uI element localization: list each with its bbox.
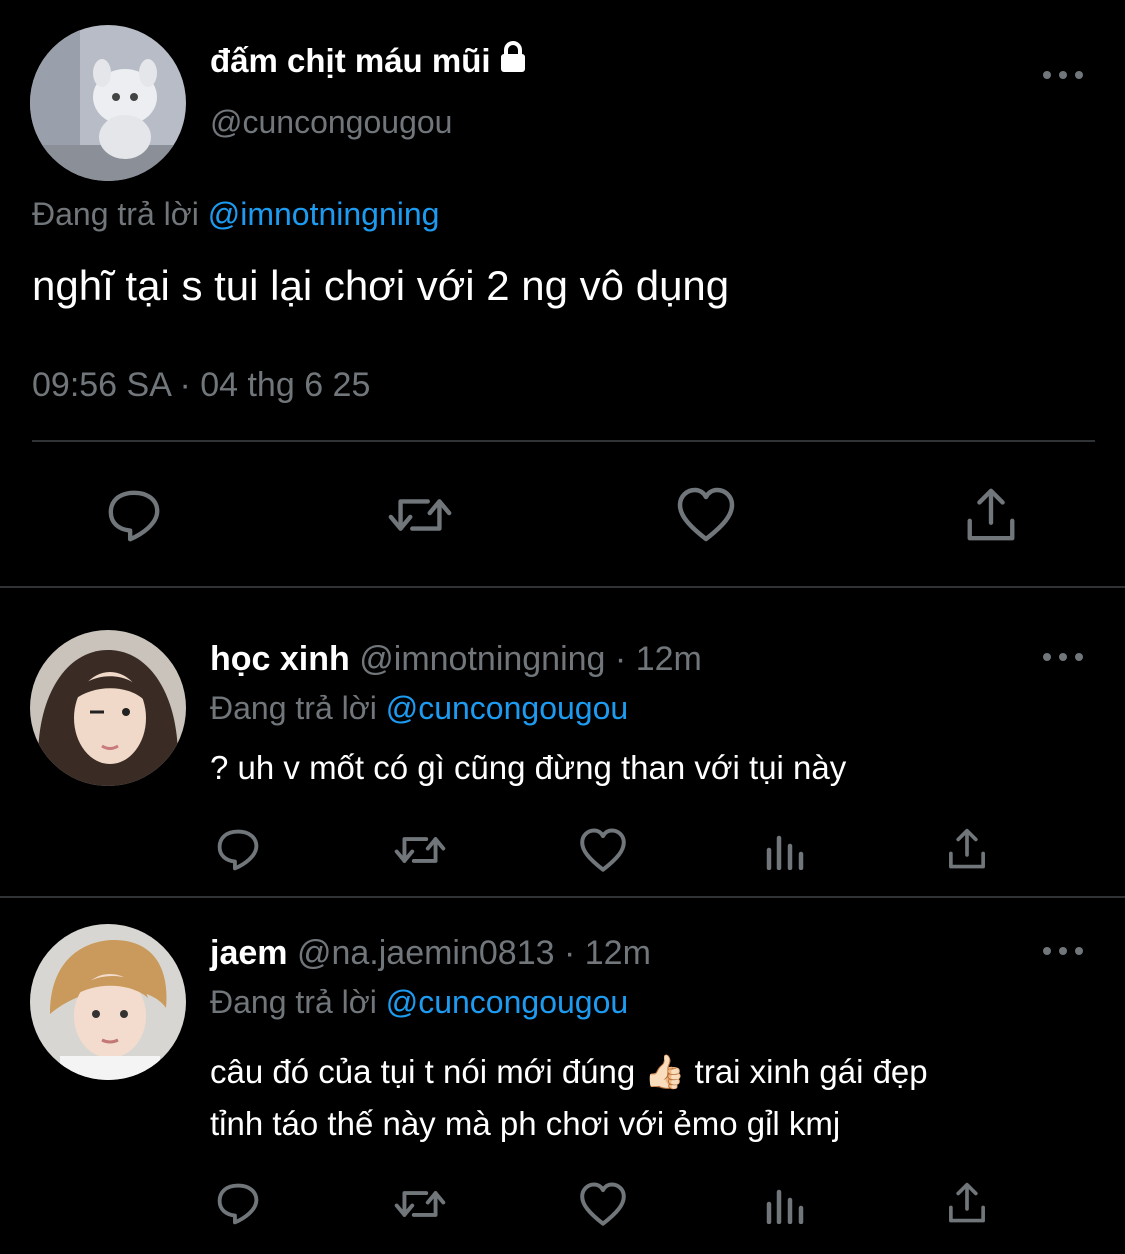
- reply-2-time[interactable]: 12m: [585, 934, 651, 972]
- reply-2-more-icon[interactable]: [1043, 941, 1083, 961]
- reply-icon: [217, 829, 259, 871]
- reply-1-header: học xinh @imnotningning · 12m: [210, 640, 702, 679]
- main-avatar[interactable]: [30, 25, 186, 181]
- main-reply-button[interactable]: [100, 482, 168, 550]
- display-name-text: đấm chịt máu mũi: [210, 42, 491, 79]
- like-icon: [677, 487, 735, 542]
- analytics-icon: [766, 835, 804, 870]
- reply-2-retweet-button[interactable]: [390, 1180, 450, 1228]
- reply-2-reply-button[interactable]: [212, 1178, 264, 1230]
- main-handle[interactable]: @cuncongougou: [210, 104, 452, 141]
- main-tweet-text: nghĩ tại s tui lại chơi với 2 ng vô dụng: [32, 262, 730, 309]
- reply-2-text: câu đó của tụi t nói mới đúng 👍🏻 trai xi…: [210, 1046, 928, 1150]
- reply-1-avatar[interactable]: [30, 630, 186, 786]
- like-icon: [580, 1182, 626, 1226]
- replying-to-mention[interactable]: @cuncongougou: [386, 984, 628, 1020]
- reply-1-analytics-button[interactable]: [762, 830, 808, 872]
- reply-1-replying-line: Đang trả lời @cuncongougou: [210, 690, 628, 727]
- main-replying-line: Đang trả lời @imnotningning: [32, 196, 439, 233]
- reply-2-avatar[interactable]: [30, 924, 186, 1080]
- reply-2-like-button[interactable]: [576, 1180, 630, 1228]
- reply-2-share-button[interactable]: [942, 1178, 992, 1228]
- retweet-icon: [394, 1191, 446, 1217]
- reply-1-text: ? uh v mốt có gì cũng đừng than với tụi …: [210, 742, 846, 794]
- divider-after-reply-1: [0, 896, 1125, 898]
- reply-2-header: jaem @na.jaemin0813 · 12m: [210, 934, 651, 973]
- reply-1-like-button[interactable]: [576, 826, 630, 874]
- reply-2-analytics-button[interactable]: [762, 1184, 808, 1226]
- reply-1-text-line: ? uh v mốt có gì cũng đừng than với tụi …: [210, 749, 847, 786]
- like-icon: [580, 828, 626, 872]
- divider-after-main: [0, 586, 1125, 588]
- reply-2-display-name[interactable]: jaem: [210, 934, 288, 972]
- replying-to-mention[interactable]: @imnotningning: [208, 196, 440, 232]
- retweet-icon: [394, 837, 446, 863]
- retweet-icon: [388, 499, 452, 531]
- replying-prefix: Đang trả lời: [210, 690, 377, 726]
- reply-1-display-name[interactable]: học xinh: [210, 640, 350, 678]
- reply-2-text-line: câu đó của tụi t nói mới đúng 👍🏻 trai xi…: [210, 1053, 928, 1090]
- main-retweet-button[interactable]: [382, 484, 458, 546]
- reply-2-handle[interactable]: @na.jaemin0813: [297, 934, 555, 972]
- reply-icon: [217, 1183, 259, 1225]
- reply-1-handle[interactable]: @imnotningning: [359, 640, 605, 678]
- main-display-name[interactable]: đấm chịt máu mũi: [210, 40, 529, 82]
- lock-icon: [497, 40, 529, 82]
- reply-1-more-icon[interactable]: [1043, 647, 1083, 667]
- reply-1-share-button[interactable]: [942, 824, 992, 874]
- share-icon: [949, 828, 985, 869]
- share-icon: [949, 1182, 985, 1223]
- reply-2-replying-line: Đang trả lời @cuncongougou: [210, 984, 628, 1021]
- reply-1-retweet-button[interactable]: [390, 826, 450, 874]
- main-more-icon[interactable]: [1043, 65, 1083, 85]
- reply-1-separator: ·: [605, 640, 636, 678]
- main-share-button[interactable]: [958, 482, 1024, 548]
- main-divider: [32, 440, 1095, 442]
- analytics-icon: [766, 1189, 804, 1224]
- replying-prefix: Đang trả lời: [32, 196, 199, 232]
- reply-1-reply-button[interactable]: [212, 824, 264, 876]
- replying-to-mention[interactable]: @cuncongougou: [386, 690, 628, 726]
- main-like-button[interactable]: [672, 484, 740, 546]
- reply-2-separator: ·: [554, 934, 585, 972]
- reply-2-text-line: tỉnh táo thế này mà ph chơi với ẻmo gỉl …: [210, 1105, 841, 1142]
- share-icon: [967, 488, 1015, 541]
- reply-icon: [108, 490, 160, 542]
- reply-1-time[interactable]: 12m: [636, 640, 702, 678]
- main-timestamp[interactable]: 09:56 SA · 04 thg 6 25: [32, 366, 370, 405]
- replying-prefix: Đang trả lời: [210, 984, 377, 1020]
